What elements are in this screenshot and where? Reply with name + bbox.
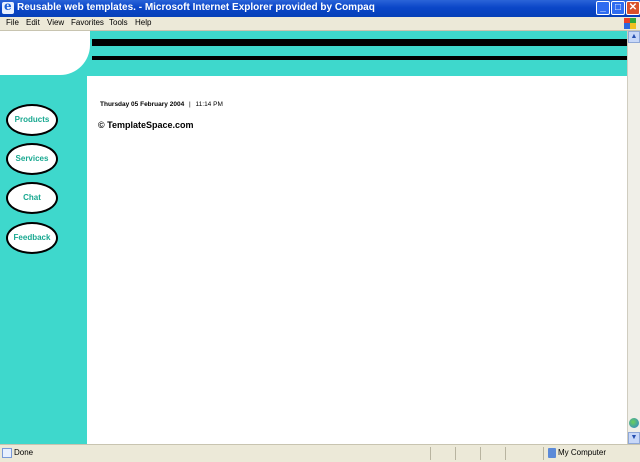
scroll-down-arrow-icon[interactable]: ▼ [628, 432, 640, 444]
maximize-button[interactable]: □ [611, 1, 625, 15]
status-divider [430, 447, 431, 460]
menu-edit[interactable]: Edit [26, 18, 40, 27]
content-area [87, 76, 627, 444]
ie-icon [2, 0, 14, 14]
header-stripe-top [92, 39, 627, 46]
window-title: Reusable web templates. - Microsoft Inte… [17, 2, 375, 13]
status-divider [543, 447, 544, 460]
header-band [0, 31, 627, 76]
menu-bar: File Edit View Favorites Tools Help [0, 17, 640, 31]
computer-zone-icon [548, 448, 556, 458]
copyright-text: © TemplateSpace.com [98, 120, 194, 130]
page-viewport: Products Services Chat Feedback Thursday… [0, 31, 627, 444]
date-time-line: Thursday 05 February 2004 | 11:14 PM [100, 101, 223, 108]
menu-tools[interactable]: Tools [109, 18, 128, 27]
menu-file[interactable]: File [6, 18, 19, 27]
globe-icon [629, 418, 639, 428]
menu-help[interactable]: Help [135, 18, 151, 27]
close-button[interactable]: ✕ [626, 1, 640, 15]
windows-flag-icon [624, 18, 636, 29]
status-divider [505, 447, 506, 460]
menu-favorites[interactable]: Favorites [71, 18, 104, 27]
status-divider [455, 447, 456, 460]
title-bar: Reusable web templates. - Microsoft Inte… [0, 0, 640, 17]
status-text: Done [14, 448, 34, 457]
header-stripe-bottom [92, 56, 627, 60]
nav-services-button[interactable]: Services [6, 143, 58, 175]
scroll-up-arrow-icon[interactable]: ▲ [628, 31, 640, 43]
menu-view[interactable]: View [47, 18, 64, 27]
minimize-button[interactable]: _ [596, 1, 610, 15]
security-zone-label: My Computer [558, 448, 607, 457]
status-divider [480, 447, 481, 460]
current-date: Thursday 05 February 2004 [100, 101, 185, 108]
header-logo-area [0, 31, 90, 75]
current-time: 11:14 PM [195, 101, 223, 108]
nav-feedback-button[interactable]: Feedback [6, 222, 58, 254]
page-done-icon [2, 448, 12, 458]
date-separator: | [189, 101, 191, 108]
nav-chat-button[interactable]: Chat [6, 182, 58, 214]
status-bar: Done My Computer [0, 444, 640, 462]
vertical-scrollbar[interactable]: ▲ ▼ [627, 31, 640, 444]
nav-products-button[interactable]: Products [6, 104, 58, 136]
